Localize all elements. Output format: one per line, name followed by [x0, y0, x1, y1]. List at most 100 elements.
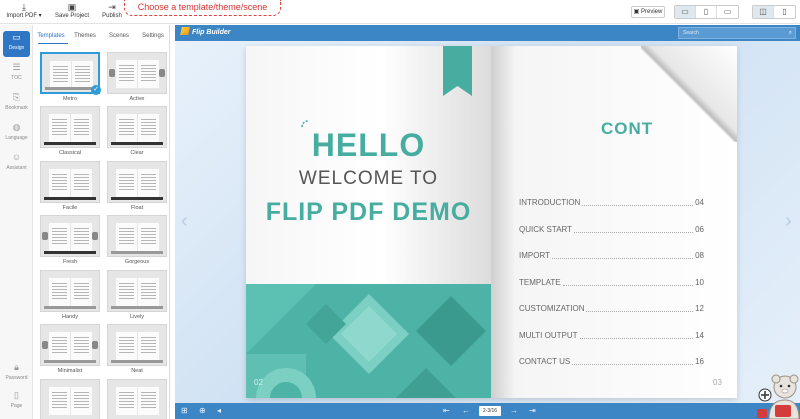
save-icon: ▣ [67, 2, 77, 12]
page-curl[interactable] [641, 46, 737, 142]
tab-templates[interactable]: Templates [34, 29, 68, 43]
publish-label: Publish [102, 13, 122, 19]
template-thumbnail [107, 161, 167, 203]
template-lively[interactable]: Lively [107, 270, 167, 322]
prev-page-arrow[interactable]: ‹ [181, 211, 188, 231]
tab-scenes[interactable]: Scenes [102, 29, 136, 43]
check-icon: ✓ [91, 85, 101, 95]
arrow-left-icon: ← [462, 406, 470, 415]
page-mode-switcher: ◫ ▯ [752, 5, 796, 19]
next-page-arrow[interactable]: › [785, 211, 792, 231]
rail-item-design[interactable]: ▭ Design [3, 31, 30, 57]
template-facile[interactable]: Facile [40, 161, 100, 213]
tab-settings[interactable]: Settings [136, 29, 169, 43]
template-panel: Templates Themes Scenes Settings ✓ Metro… [34, 25, 170, 419]
geometric-pattern [246, 284, 491, 398]
toc-page: 14 [695, 331, 704, 340]
book-viewer: Flip Builder Search ⌕ ‹ › HELLO WELCOME … [175, 25, 800, 419]
toc-title: CONTACT US [519, 357, 571, 366]
template-extra-2[interactable] [107, 379, 167, 419]
toc-row[interactable]: CONTACT US 16 [519, 357, 704, 367]
pattern-shapes [246, 284, 491, 398]
template-metro[interactable]: ✓ Metro [40, 52, 101, 104]
template-name: Metro [62, 96, 78, 102]
device-switcher: ▭ ▯ ▭ [674, 5, 739, 19]
panel-tabs: Templates Themes Scenes Settings [34, 29, 169, 43]
arrow-right-icon: → [510, 406, 518, 415]
rail-item-password[interactable]: 🔒︎ Password [3, 361, 30, 387]
single-page-button[interactable]: ▯ [774, 6, 795, 18]
rail-item-page[interactable]: ▯ Page [3, 389, 30, 415]
search-placeholder: Search [683, 30, 699, 36]
lock-icon: 🔒︎ [14, 362, 19, 372]
globe-icon: ◍ [12, 122, 21, 132]
toc-page: 10 [695, 278, 704, 287]
template-float[interactable]: Float [107, 161, 167, 213]
sound-button[interactable]: ◂ [217, 405, 221, 417]
template-thumbnail [40, 324, 100, 366]
rail-item-toc[interactable]: ☰ TOC [3, 61, 30, 87]
toc-title: QUICK START [519, 225, 573, 234]
template-fresh[interactable]: Fresh [40, 215, 100, 267]
bookmark-icon: ⎘ [12, 92, 21, 102]
demo-title: FLIP PDF DEMO [265, 198, 472, 226]
page-icon: ▯ [14, 390, 19, 400]
app-window: ⤓ Import PDF ▾ ▣ Save Project ⇥ Publish … [0, 0, 800, 419]
save-project-button[interactable]: ▣ Save Project [54, 2, 90, 22]
toc-title: MULTI OUTPUT [519, 331, 578, 340]
toc-title: TEMPLATE [519, 278, 561, 287]
zoom-button[interactable]: ⊕ [199, 405, 206, 417]
assistant-mascot-icon[interactable] [755, 373, 800, 419]
right-page-number: 03 [713, 378, 722, 387]
template-neat[interactable]: Neat [107, 324, 167, 376]
rail-item-bookmark[interactable]: ⎘ Bookmark [3, 91, 30, 117]
template-clear[interactable]: Clear [107, 106, 167, 158]
first-page-icon: ⇤ [443, 406, 450, 415]
page-indicator[interactable]: 2-3/16 [479, 406, 501, 416]
rail-item-assistant[interactable]: ☺ Assistant [3, 151, 30, 177]
last-page-button[interactable]: ⇥ [529, 405, 536, 417]
template-active[interactable]: Active [107, 52, 167, 104]
template-name: Fresh [62, 259, 78, 265]
first-page-button[interactable]: ⇤ [443, 405, 450, 417]
rail-item-language[interactable]: ◍ Language [3, 121, 30, 147]
template-name: Clear [130, 150, 144, 156]
thumbnails-button[interactable]: ⊞ [181, 405, 188, 417]
desktop-view-button[interactable]: ▭ [675, 6, 696, 18]
toc-row[interactable]: TEMPLATE 10 [519, 278, 704, 288]
toc-row[interactable]: MULTI OUTPUT 14 [519, 331, 704, 341]
search-input[interactable]: Search ⌕ [678, 27, 796, 39]
flipbook[interactable]: HELLO WELCOME TO FLIP PDF DEMO 02 CONT I… [246, 46, 737, 398]
phone-icon: ▯ [703, 7, 709, 16]
previous-page-button[interactable]: ← [462, 405, 470, 417]
active-tab-indicator [38, 43, 68, 44]
template-minimalist[interactable]: Minimalist [40, 324, 100, 376]
zoom-icon: ⊕ [199, 406, 206, 415]
template-thumbnail [107, 52, 167, 94]
toc-row[interactable]: QUICK START 06 [519, 225, 704, 235]
preview-button[interactable]: ▣ Preview [631, 6, 665, 18]
template-name: Handy [62, 314, 78, 320]
import-pdf-button[interactable]: ⤓ Import PDF ▾ [6, 2, 42, 22]
template-gorgeous[interactable]: Gorgeous [107, 215, 167, 267]
tablet-view-button[interactable]: ▭ [717, 6, 738, 18]
design-icon: ▭ [12, 32, 21, 42]
double-page-button[interactable]: ◫ [753, 6, 774, 18]
next-page-button[interactable]: → [510, 405, 518, 417]
template-extra-1[interactable] [40, 379, 100, 419]
toc-row[interactable]: IMPORT 08 [519, 251, 704, 261]
template-handy[interactable]: Handy [40, 270, 100, 322]
left-page-number: 02 [254, 378, 263, 387]
template-thumbnail [107, 270, 167, 312]
template-thumbnail [107, 106, 167, 148]
toc-row[interactable]: CUSTOMIZATION 12 [519, 304, 704, 314]
toc-page: 04 [695, 198, 704, 207]
phone-view-button[interactable]: ▯ [696, 6, 717, 18]
toc-row[interactable]: INTRODUCTION 04 [519, 198, 704, 208]
single-page-icon: ▯ [782, 7, 787, 16]
template-classical[interactable]: Classical [40, 106, 100, 158]
template-name: Float [130, 205, 144, 211]
toc-title: IMPORT [519, 251, 550, 260]
publish-button[interactable]: ⇥ Publish [98, 2, 126, 22]
tab-themes[interactable]: Themes [68, 29, 102, 43]
